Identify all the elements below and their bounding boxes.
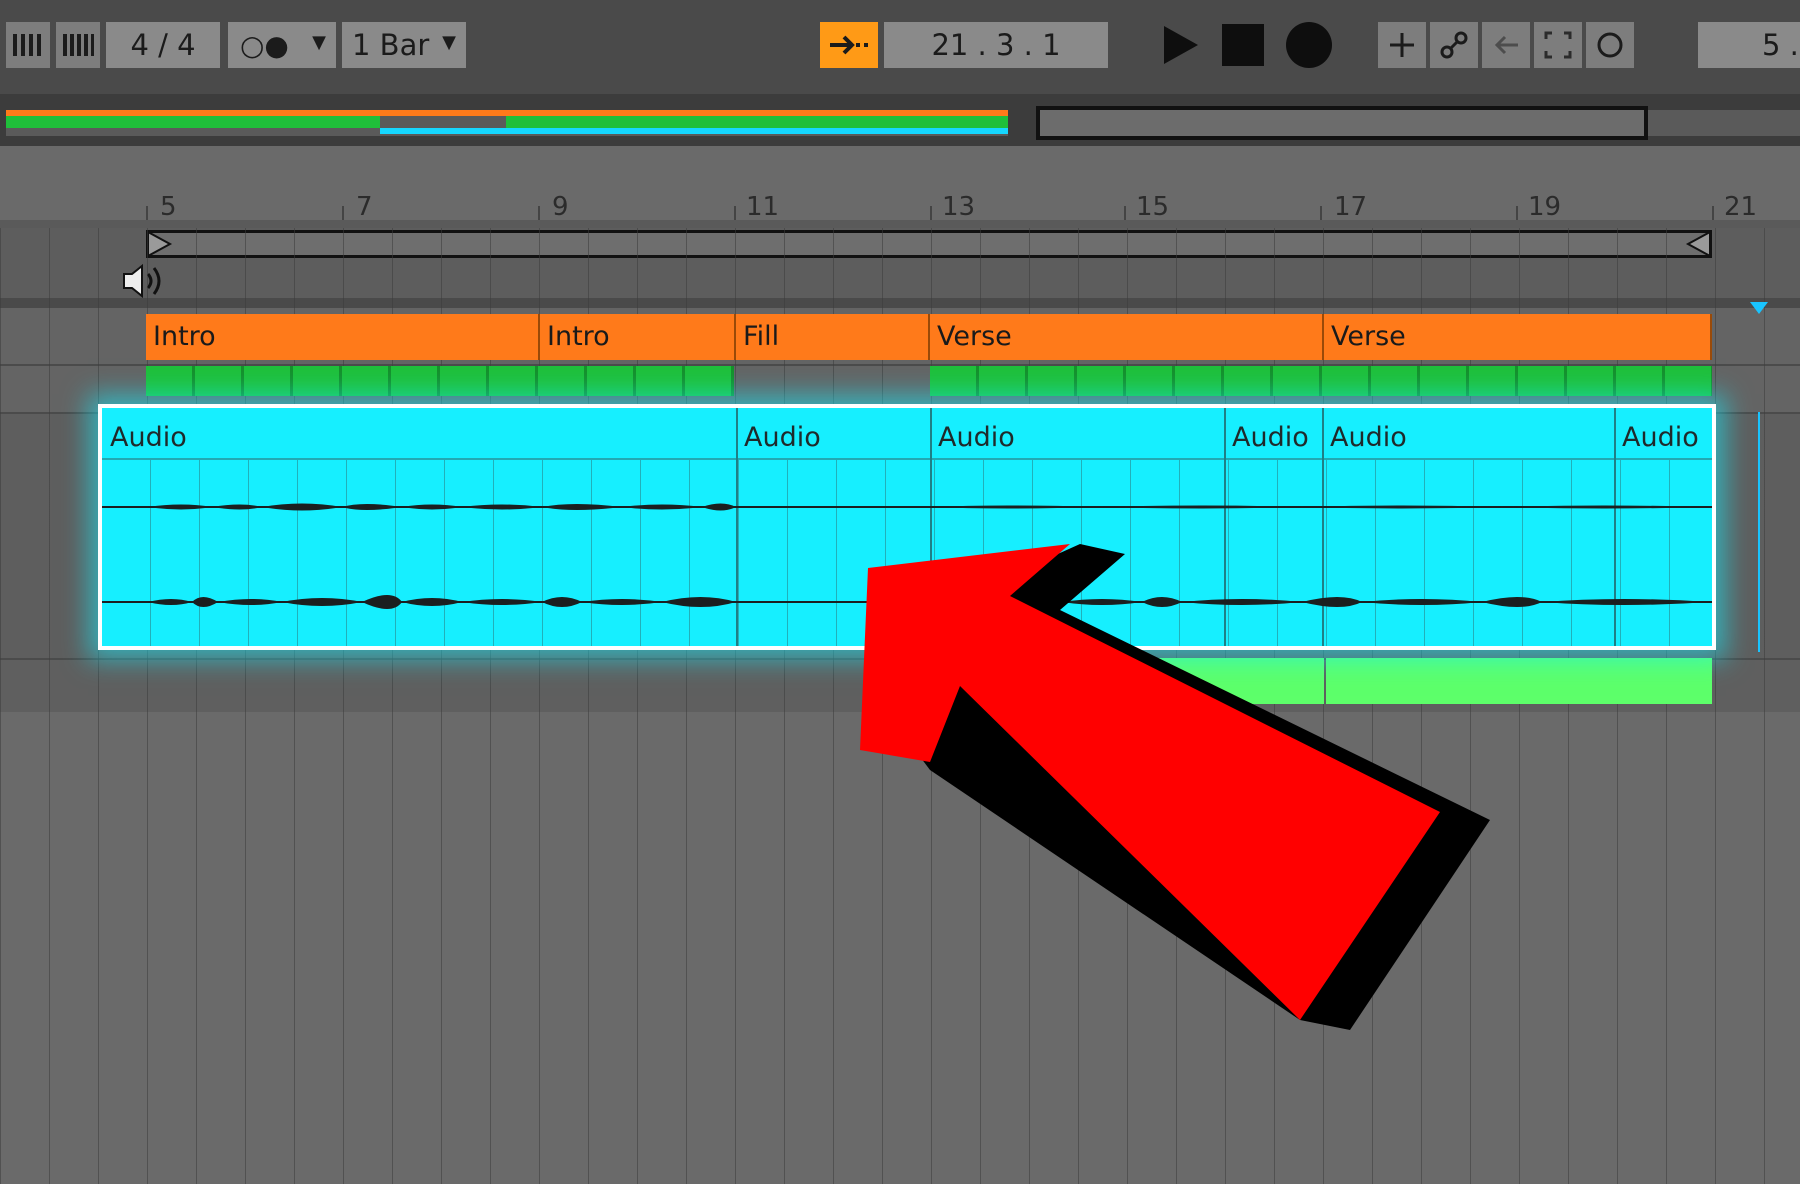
play-button[interactable] [1156,22,1202,68]
follow-icon: ○● [240,28,289,62]
computer-keyboard-icon[interactable] [56,22,100,68]
ruler-label: 17 [1334,192,1368,222]
ruler-label: 11 [746,192,780,222]
follow-toggle[interactable]: ○● ▼ [228,22,336,68]
capture-button[interactable] [1534,22,1582,68]
beat-time-ruler[interactable]: 5 7 9 11 13 15 17 19 21 [0,146,1800,228]
drum-clip[interactable] [930,366,1712,396]
loop-start-marker-icon[interactable] [146,230,174,258]
quantize-dropdown[interactable]: 1 Bar ▼ [342,22,466,68]
audio-clip-label: Audio [938,422,1015,453]
playhead-marker-icon[interactable] [1748,300,1770,316]
ruler-label: 15 [1136,192,1170,222]
overview-viewport[interactable] [1036,106,1648,140]
drum-clip[interactable] [146,366,734,396]
quantize-value: 1 Bar [352,28,430,62]
back-to-arrangement-button[interactable] [1482,22,1530,68]
ruler-label: 19 [1528,192,1562,222]
section-clip[interactable]: Intro [146,314,540,360]
loop-brace[interactable] [146,230,1712,258]
red-arrow-annotation-icon [860,544,1490,1030]
follow-playhead-button[interactable] [820,22,878,68]
audio-clip-label: Audio [1232,422,1309,453]
keyboard-midi-icon[interactable] [6,22,50,68]
ruler-label: 13 [942,192,976,222]
speaker-icon[interactable] [118,260,166,302]
chevron-down-icon: ▼ [442,32,456,53]
link-icon [1440,31,1468,59]
ruler-label: 5 [160,192,177,222]
follow-arrow-icon [830,35,868,55]
record-button[interactable] [1286,22,1332,68]
audio-clip-label: Audio [744,422,821,453]
overdub-button[interactable] [1378,22,1426,68]
audio-clip-label: Audio [110,422,187,453]
circle-icon [1597,32,1623,58]
play-icon [1164,26,1198,64]
loop-end-marker-icon[interactable] [1684,230,1712,258]
arrangement-position-field[interactable]: 21 . 3 . 1 [884,22,1108,68]
playhead-line [1758,412,1760,652]
stop-button[interactable] [1222,24,1264,66]
arrow-left-icon [1494,35,1518,55]
loop-button[interactable] [1586,22,1634,68]
ruler-label: 9 [552,192,569,222]
arrangement-overview[interactable] [0,94,1800,146]
automation-arm-button[interactable] [1430,22,1478,68]
ruler-label: 21 [1724,192,1758,222]
transport-toolbar: 4 / 4 ○● ▼ 1 Bar ▼ 21 . 3 . 1 5 . [0,0,1800,94]
capture-bracket-icon [1544,31,1572,59]
loop-start-field[interactable]: 5 . [1698,22,1800,68]
section-clip[interactable]: Verse [930,314,1324,360]
audio-clip-label: Audio [1330,422,1407,453]
chevron-down-icon: ▼ [312,32,326,53]
plus-icon [1390,33,1414,57]
time-signature-field[interactable]: 4 / 4 [106,22,220,68]
ruler-label: 7 [356,192,373,222]
section-clip[interactable]: Intro [540,314,736,360]
section-clip[interactable]: Verse [1324,314,1712,360]
section-clip[interactable]: Fill [736,314,930,360]
audio-clip-label: Audio [1622,422,1699,453]
